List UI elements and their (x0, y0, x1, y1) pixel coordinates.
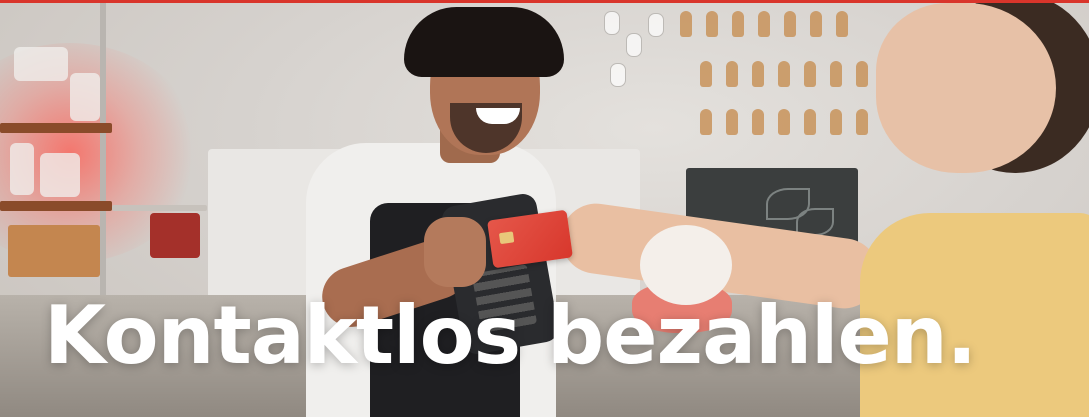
jar (10, 143, 34, 195)
jar (70, 73, 100, 121)
wooden-crate (8, 225, 100, 277)
hanging-lamp (610, 63, 626, 87)
shelf-side (112, 205, 207, 211)
customer-face (876, 3, 1056, 173)
vendor-hand (424, 217, 486, 287)
shelf-middle (0, 201, 112, 211)
card-chip (498, 231, 515, 245)
vendor-hair (404, 7, 564, 77)
contactless-payment-banner: Kontaktlos bezahlen. (0, 0, 1089, 417)
red-container (150, 213, 200, 258)
hanging-lamp (648, 13, 664, 37)
hanging-lamp (604, 11, 620, 35)
jar (40, 153, 80, 197)
headline: Kontaktlos bezahlen. (44, 289, 977, 382)
shelf-post (100, 3, 106, 303)
hanging-lamp (626, 33, 642, 57)
shelf-top (0, 123, 112, 133)
bowl (14, 47, 68, 81)
